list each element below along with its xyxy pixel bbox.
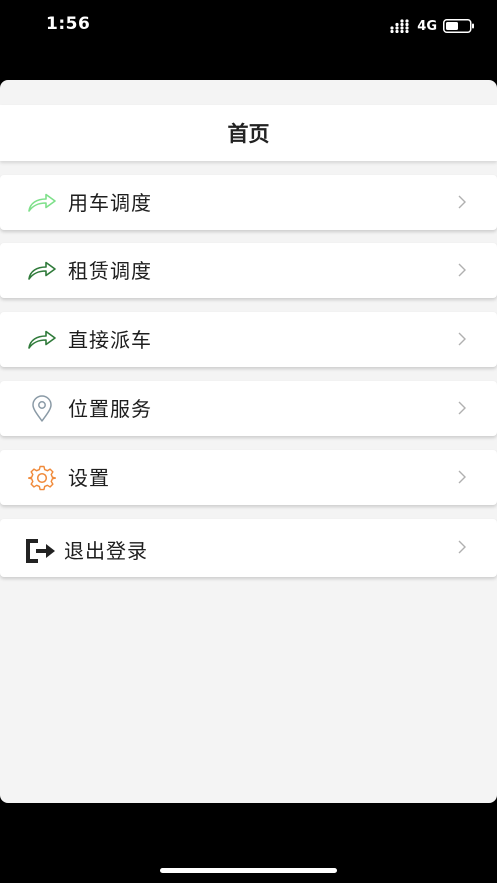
logout-icon — [24, 537, 56, 565]
status-time: 1:56 — [46, 14, 91, 34]
network-label: 4G — [417, 18, 437, 34]
menu-item-rental-dispatch[interactable]: 租赁调度 — [0, 243, 497, 298]
battery-icon — [443, 19, 474, 33]
page-title: 首页 — [227, 122, 270, 146]
chevron-right-icon — [458, 540, 466, 554]
app-panel: 首页 用车调度 租赁调度 直接派车 位置服务 设置 退出登录 — [0, 80, 497, 803]
header-bar: 首页 — [0, 105, 497, 161]
menu-item-logout[interactable]: 退出登录 — [0, 519, 497, 577]
menu-item-vehicle-dispatch[interactable]: 用车调度 — [0, 175, 497, 230]
status-indicators: 4G — [389, 16, 475, 36]
signal-icon — [390, 19, 409, 33]
status-bar: 1:56 4G — [0, 0, 497, 52]
share-arrow-icon — [26, 257, 58, 285]
share-arrow-icon — [26, 326, 58, 354]
menu-item-label: 用车调度 — [68, 191, 152, 215]
location-pin-icon — [26, 395, 58, 423]
menu-item-label: 设置 — [68, 466, 110, 490]
menu-item-direct-dispatch[interactable]: 直接派车 — [0, 312, 497, 367]
share-arrow-icon — [26, 189, 58, 217]
menu-item-label: 直接派车 — [68, 328, 152, 352]
chevron-right-icon — [458, 470, 466, 484]
menu-item-label: 租赁调度 — [68, 259, 152, 283]
menu-item-label: 退出登录 — [64, 539, 148, 563]
chevron-right-icon — [458, 401, 466, 415]
menu-item-settings[interactable]: 设置 — [0, 450, 497, 505]
chevron-right-icon — [458, 332, 466, 346]
gear-icon — [26, 464, 58, 492]
menu-item-location-service[interactable]: 位置服务 — [0, 381, 497, 436]
home-indicator[interactable] — [160, 868, 337, 873]
chevron-right-icon — [458, 195, 466, 209]
chevron-right-icon — [458, 263, 466, 277]
menu-item-label: 位置服务 — [68, 397, 152, 421]
